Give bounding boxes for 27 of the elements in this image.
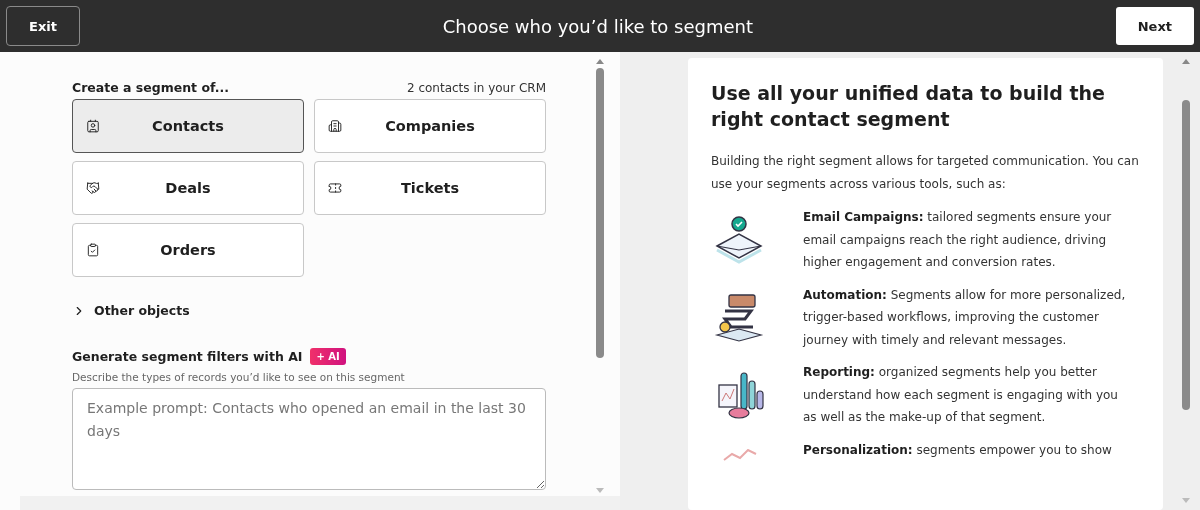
object-tile[interactable]: Orders [72,223,304,277]
contacts-count: 2 contacts in your CRM [406,80,546,95]
handshake-icon [86,181,100,195]
page-title: Choose who you’d like to segment [442,15,753,37]
exit-button[interactable]: Exit [6,6,80,46]
feature-description: Email Campaigns: tailored segments ensure your email campaigns reach the right audience, driving higher engagement and conversion rates. [803,209,1113,271]
clipboard-check-icon [86,243,100,257]
contact-card-icon [86,119,100,133]
ai-heading: Generate segment filters with AI [72,349,303,364]
ticket-icon [328,181,342,195]
building-icon [328,119,342,133]
object-tile[interactable]: Deals [72,161,304,215]
personalization-illustration [723,449,757,461]
feature-description: Automation: Segments allow for more personalized, trigger-based workflows, improving the customer journey with timely and relevant messages. [803,286,1127,349]
feature-description: Personalization: segments empower you to show [803,441,1113,459]
info-intro: Building the right segment allows for targeted communication. You can use your segments across various tools, such as: [711,153,1140,193]
prompt-field[interactable]: Example prompt: Contacts who opened an email in the last 30 days [72,388,546,490]
section-heading: Create a segment of... [72,80,230,95]
object-tile[interactable]: Companies [314,99,546,153]
ai-badge: + AI [310,348,346,365]
next-button[interactable]: Next [1115,7,1194,45]
object-tile[interactable]: Contacts [72,99,304,153]
object-tile[interactable]: Tickets [314,161,546,215]
other-objects-toggle[interactable]: Other objects [72,303,190,318]
ai-hint: Describe the types of records you’d like to see on this segment [72,371,406,383]
info-heading: Use all your unified data to build the right contact segment [711,81,1106,132]
feature-description: Reporting: organized segments help you better understand how each segment is engaging with you as well as the make-up of that segment. [803,364,1119,426]
